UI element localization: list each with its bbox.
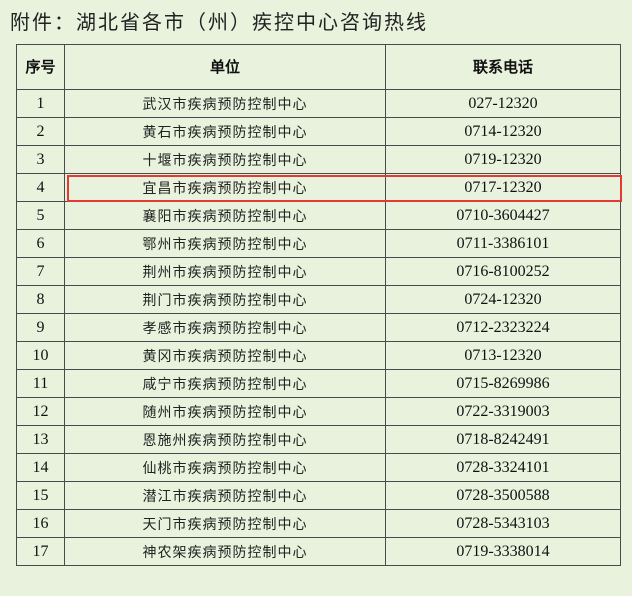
document-title: 附件：湖北省各市（州）疾控中心咨询热线 bbox=[10, 10, 428, 34]
cell-phone: 0710-3604427 bbox=[385, 201, 621, 230]
hotline-table: 序号 单位 联系电话 1 武汉市疾病预防控制中心 027-12320 2 黄石市疾病预防… bbox=[16, 44, 621, 566]
cell-unit: 十堰市疾病预防控制中心 bbox=[64, 145, 386, 174]
cell-phone: 0724-12320 bbox=[385, 285, 621, 314]
table-row: 11 咸宁市疾病预防控制中心 0715-8269986 bbox=[16, 369, 621, 398]
cell-no: 15 bbox=[16, 481, 65, 510]
cell-unit: 仙桃市疾病预防控制中心 bbox=[64, 453, 386, 482]
cell-no: 17 bbox=[16, 537, 65, 566]
cell-no: 2 bbox=[16, 117, 65, 146]
header-no: 序号 bbox=[16, 44, 65, 90]
cell-unit: 潜江市疾病预防控制中心 bbox=[64, 481, 386, 510]
table-row: 10 黄冈市疾病预防控制中心 0713-12320 bbox=[16, 341, 621, 370]
table-row: 8 荆门市疾病预防控制中心 0724-12320 bbox=[16, 285, 621, 314]
table-header-row: 序号 单位 联系电话 bbox=[16, 44, 621, 90]
table-row: 4 宜昌市疾病预防控制中心 0717-12320 bbox=[16, 173, 621, 202]
table-row: 12 随州市疾病预防控制中心 0722-3319003 bbox=[16, 397, 621, 426]
cell-no: 6 bbox=[16, 229, 65, 258]
cell-phone: 0722-3319003 bbox=[385, 397, 621, 426]
cell-unit: 黄石市疾病预防控制中心 bbox=[64, 117, 386, 146]
cell-unit: 襄阳市疾病预防控制中心 bbox=[64, 201, 386, 230]
cell-phone: 0711-3386101 bbox=[385, 229, 621, 258]
table-row: 14 仙桃市疾病预防控制中心 0728-3324101 bbox=[16, 453, 621, 482]
cell-phone: 0713-12320 bbox=[385, 341, 621, 370]
cell-unit: 黄冈市疾病预防控制中心 bbox=[64, 341, 386, 370]
table-row: 1 武汉市疾病预防控制中心 027-12320 bbox=[16, 89, 621, 118]
table-row: 16 天门市疾病预防控制中心 0728-5343103 bbox=[16, 509, 621, 538]
cell-no: 16 bbox=[16, 509, 65, 538]
cell-phone: 027-12320 bbox=[385, 89, 621, 118]
header-phone: 联系电话 bbox=[385, 44, 621, 90]
cell-no: 12 bbox=[16, 397, 65, 426]
table-row: 15 潜江市疾病预防控制中心 0728-3500588 bbox=[16, 481, 621, 510]
table-row: 13 恩施州疾病预防控制中心 0718-8242491 bbox=[16, 425, 621, 454]
table-row: 6 鄂州市疾病预防控制中心 0711-3386101 bbox=[16, 229, 621, 258]
table-row: 2 黄石市疾病预防控制中心 0714-12320 bbox=[16, 117, 621, 146]
cell-unit: 荆州市疾病预防控制中心 bbox=[64, 257, 386, 286]
cell-no: 7 bbox=[16, 257, 65, 286]
cell-no: 11 bbox=[16, 369, 65, 398]
cell-no: 10 bbox=[16, 341, 65, 370]
cell-phone: 0716-8100252 bbox=[385, 257, 621, 286]
cell-unit: 宜昌市疾病预防控制中心 bbox=[64, 173, 386, 202]
cell-phone: 0728-5343103 bbox=[385, 509, 621, 538]
table-row: 5 襄阳市疾病预防控制中心 0710-3604427 bbox=[16, 201, 621, 230]
cell-phone: 0715-8269986 bbox=[385, 369, 621, 398]
cell-no: 8 bbox=[16, 285, 65, 314]
cell-phone: 0717-12320 bbox=[385, 173, 621, 202]
cell-unit: 恩施州疾病预防控制中心 bbox=[64, 425, 386, 454]
cell-phone: 0714-12320 bbox=[385, 117, 621, 146]
cell-phone: 0728-3324101 bbox=[385, 453, 621, 482]
cell-no: 9 bbox=[16, 313, 65, 342]
cell-no: 13 bbox=[16, 425, 65, 454]
cell-no: 4 bbox=[16, 173, 65, 202]
cell-no: 14 bbox=[16, 453, 65, 482]
table-row: 9 孝感市疾病预防控制中心 0712-2323224 bbox=[16, 313, 621, 342]
cell-unit: 荆门市疾病预防控制中心 bbox=[64, 285, 386, 314]
table-row: 7 荆州市疾病预防控制中心 0716-8100252 bbox=[16, 257, 621, 286]
cell-phone: 0719-12320 bbox=[385, 145, 621, 174]
cell-unit: 孝感市疾病预防控制中心 bbox=[64, 313, 386, 342]
cell-no: 5 bbox=[16, 201, 65, 230]
table-row: 17 神农架疾病预防控制中心 0719-3338014 bbox=[16, 537, 621, 566]
cell-phone: 0712-2323224 bbox=[385, 313, 621, 342]
cell-unit: 随州市疾病预防控制中心 bbox=[64, 397, 386, 426]
cell-unit: 咸宁市疾病预防控制中心 bbox=[64, 369, 386, 398]
cell-no: 3 bbox=[16, 145, 65, 174]
cell-unit: 鄂州市疾病预防控制中心 bbox=[64, 229, 386, 258]
cell-phone: 0728-3500588 bbox=[385, 481, 621, 510]
cell-phone: 0719-3338014 bbox=[385, 537, 621, 566]
cell-unit: 武汉市疾病预防控制中心 bbox=[64, 89, 386, 118]
cell-phone: 0718-8242491 bbox=[385, 425, 621, 454]
cell-unit: 神农架疾病预防控制中心 bbox=[64, 537, 386, 566]
cell-no: 1 bbox=[16, 89, 65, 118]
header-unit: 单位 bbox=[64, 44, 386, 90]
table-row: 3 十堰市疾病预防控制中心 0719-12320 bbox=[16, 145, 621, 174]
cell-unit: 天门市疾病预防控制中心 bbox=[64, 509, 386, 538]
